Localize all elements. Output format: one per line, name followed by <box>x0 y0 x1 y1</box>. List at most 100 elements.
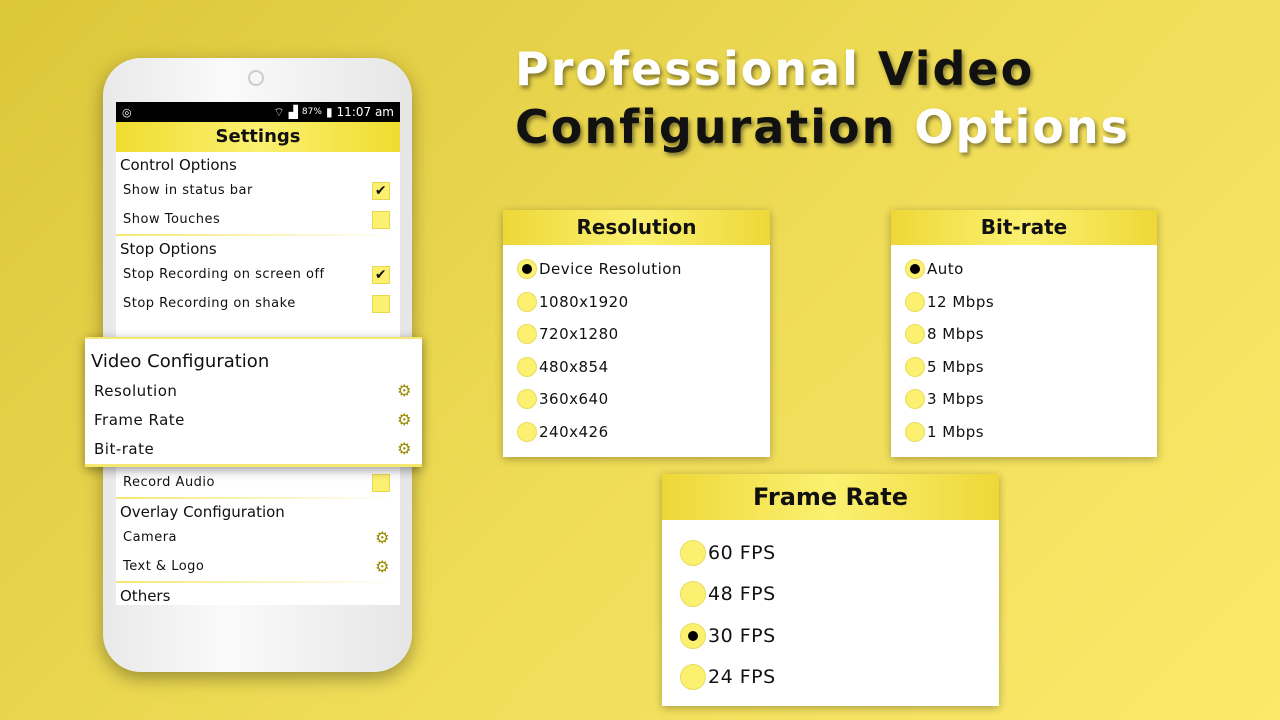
option-label: 480x854 <box>539 357 609 376</box>
radio-button[interactable] <box>517 259 537 280</box>
dialog-title: Resolution <box>503 210 770 245</box>
setting-label: Record Audio <box>123 475 215 490</box>
config-label: Bit-rate <box>94 439 155 458</box>
option-label: 24 FPS <box>708 666 776 689</box>
radio-button[interactable] <box>517 291 537 312</box>
option-label: 12 Mbps <box>927 292 995 311</box>
settings-title: Settings <box>116 122 400 152</box>
option-label: Auto <box>927 260 964 279</box>
video-configuration-card: Video Configuration Resolution ⚙ Frame Rat… <box>85 337 422 467</box>
clock: 11:07 am <box>336 105 394 119</box>
option-label: Device Resolution <box>539 260 682 279</box>
option-label: 720x1280 <box>539 325 619 344</box>
dialog-title: Frame Rate <box>662 474 999 520</box>
radio-button[interactable] <box>905 421 925 442</box>
dialog-title: Bit-rate <box>891 210 1157 245</box>
radio-option[interactable]: 24 FPS <box>680 657 999 699</box>
radio-option[interactable]: 12 Mbps <box>905 286 1157 319</box>
radio-option[interactable]: 30 FPS <box>680 615 999 657</box>
config-row[interactable]: Text & Logo ⚙ <box>116 552 400 581</box>
radio-option[interactable]: Device Resolution <box>517 253 770 286</box>
setting-row[interactable]: Stop Recording on shake <box>116 289 400 318</box>
setting-label: Show Touches <box>123 212 221 227</box>
battery-percent: 87% <box>301 107 322 117</box>
option-label: 30 FPS <box>708 624 776 647</box>
wifi-icon: ⌔ <box>273 104 285 119</box>
headline-word: Professional <box>515 42 860 96</box>
status-bar: ◎ ⌔ ▟ 87% ▮ 11:07 am <box>116 102 400 122</box>
bitrate-dialog: Bit-rate Auto 12 Mbps 8 Mbps 5 Mbps 3 Mbps 1 … <box>891 210 1157 457</box>
section-others: Others <box>120 587 171 605</box>
radio-option[interactable]: 360x640 <box>517 383 770 416</box>
setting-row[interactable]: Stop Recording on screen off ✔ <box>116 260 400 289</box>
radio-button[interactable] <box>905 259 925 280</box>
config-label: Frame Rate <box>94 410 185 429</box>
config-row[interactable]: Camera ⚙ <box>116 523 400 552</box>
radio-button[interactable] <box>517 389 537 410</box>
radio-option[interactable]: 720x1280 <box>517 318 770 351</box>
radio-button[interactable] <box>517 421 537 442</box>
option-label: 1080x1920 <box>539 292 629 311</box>
radio-button[interactable] <box>517 356 537 377</box>
radio-option[interactable]: 60 FPS <box>680 532 999 574</box>
section-overlay-configuration: Overlay Configuration <box>120 503 285 521</box>
gear-icon[interactable]: ⚙ <box>375 528 390 547</box>
battery-icon: ▮ <box>325 105 333 119</box>
gear-icon[interactable]: ⚙ <box>397 410 412 429</box>
radio-button[interactable] <box>517 324 537 345</box>
config-label: Camera <box>123 530 178 545</box>
setting-record-audio[interactable]: Record Audio <box>116 468 400 497</box>
checkbox[interactable] <box>372 294 390 313</box>
radio-option[interactable]: 1080x1920 <box>517 286 770 319</box>
radio-button[interactable] <box>680 622 706 649</box>
checkbox[interactable] <box>372 210 390 229</box>
config-row[interactable]: Bit-rate ⚙ <box>85 434 422 463</box>
headline: Professional Video Configuration Options <box>515 40 1130 156</box>
setting-label: Show in status bar <box>123 183 253 198</box>
setting-label: Stop Recording on shake <box>123 296 296 311</box>
option-label: 48 FPS <box>708 583 776 606</box>
option-label: 240x426 <box>539 422 609 441</box>
radio-button[interactable] <box>905 389 925 410</box>
option-label: 60 FPS <box>708 541 776 564</box>
radio-button[interactable] <box>905 356 925 377</box>
radio-button[interactable] <box>680 664 706 691</box>
setting-row[interactable]: Show Touches <box>116 205 400 234</box>
gear-icon[interactable]: ⚙ <box>375 557 390 576</box>
radio-option[interactable]: 8 Mbps <box>905 318 1157 351</box>
radio-option[interactable]: 1 Mbps <box>905 416 1157 449</box>
section-stop-options: Stop Options <box>120 240 217 258</box>
radio-option[interactable]: 48 FPS <box>680 574 999 616</box>
headline-word: Configuration <box>515 100 897 154</box>
gear-icon[interactable]: ⚙ <box>397 439 412 458</box>
framerate-dialog: Frame Rate 60 FPS 48 FPS 30 FPS 24 FPS <box>662 474 999 706</box>
checkbox[interactable]: ✔ <box>372 181 390 200</box>
config-row[interactable]: Resolution ⚙ <box>85 376 422 405</box>
radio-button[interactable] <box>680 581 706 608</box>
section-control-options: Control Options <box>120 156 237 174</box>
option-label: 5 Mbps <box>927 357 985 376</box>
camera-icon <box>248 70 264 86</box>
option-label: 1 Mbps <box>927 422 985 441</box>
setting-row[interactable]: Show in status bar ✔ <box>116 176 400 205</box>
checkbox[interactable]: ✔ <box>372 265 390 284</box>
option-label: 3 Mbps <box>927 390 985 409</box>
radio-option[interactable]: 5 Mbps <box>905 351 1157 384</box>
radio-option[interactable]: Auto <box>905 253 1157 286</box>
radio-button[interactable] <box>905 324 925 345</box>
resolution-dialog: Resolution Device Resolution 1080x1920 720… <box>503 210 770 457</box>
section-video-configuration: Video Configuration <box>91 351 270 372</box>
option-label: 8 Mbps <box>927 325 985 344</box>
signal-icon: ▟ <box>288 105 298 119</box>
radio-option[interactable]: 240x426 <box>517 416 770 449</box>
headline-word: Video <box>877 42 1035 96</box>
checkbox[interactable] <box>372 473 390 492</box>
gear-icon[interactable]: ⚙ <box>397 381 412 400</box>
radio-button[interactable] <box>680 539 706 566</box>
radio-option[interactable]: 480x854 <box>517 351 770 384</box>
option-label: 360x640 <box>539 390 609 409</box>
radio-option[interactable]: 3 Mbps <box>905 383 1157 416</box>
headline-word: Options <box>914 100 1130 154</box>
config-row[interactable]: Frame Rate ⚙ <box>85 405 422 434</box>
radio-button[interactable] <box>905 291 925 312</box>
